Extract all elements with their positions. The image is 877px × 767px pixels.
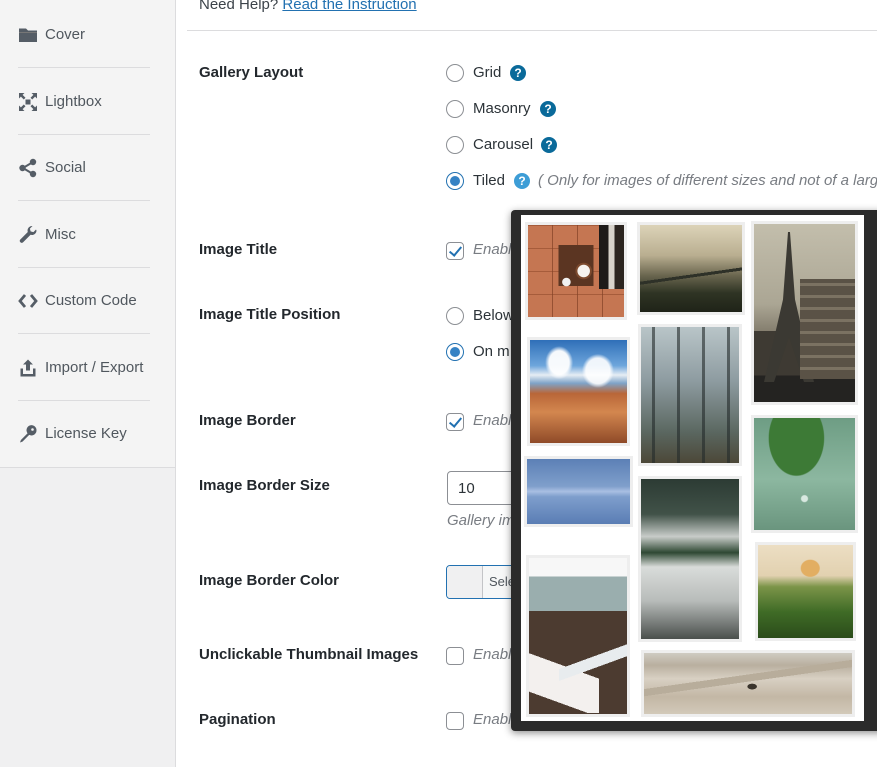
image-border-checkbox[interactable] xyxy=(446,413,464,431)
sidebar-item-label: Social xyxy=(45,159,86,176)
pagination-label: Pagination xyxy=(199,711,276,728)
sidebar-item-lightbox[interactable]: Lightbox xyxy=(0,69,175,135)
option-label: Tiled xyxy=(473,172,505,189)
tiled-layout-preview-popup xyxy=(511,210,877,731)
read-instruction-link[interactable]: Read the Instruction xyxy=(282,0,416,13)
question-circle-icon[interactable]: ? xyxy=(540,101,556,117)
sidebar-item-label: Custom Code xyxy=(45,292,137,309)
image-title-checkbox[interactable] xyxy=(446,242,464,260)
image-border-color-label: Image Border Color xyxy=(199,572,340,589)
preview-image xyxy=(640,225,742,312)
image-border-size-description: Gallery im xyxy=(447,512,515,529)
preview-image xyxy=(529,558,627,714)
title-position-hover-radio[interactable] xyxy=(446,343,464,361)
image-title-position-label: Image Title Position xyxy=(199,306,341,323)
image-border-label: Image Border xyxy=(199,412,296,429)
share-icon xyxy=(18,158,38,178)
preview-image xyxy=(528,225,624,317)
option-label: Grid xyxy=(473,64,502,81)
layout-carousel-radio[interactable] xyxy=(446,136,464,154)
code-icon xyxy=(18,291,38,311)
tiled-note: ( Only for images of different sizes and… xyxy=(538,172,877,189)
sidebar-item-label: Cover xyxy=(45,26,86,43)
preview-canvas xyxy=(521,215,864,721)
preview-image xyxy=(527,459,630,524)
question-circle-icon[interactable]: ? xyxy=(514,173,530,189)
sidebar-item-label: Lightbox xyxy=(45,92,102,110)
option-label: Carousel xyxy=(473,136,534,153)
settings-sidebar: Cover Lightbox Social Misc Custom Code I… xyxy=(0,0,175,468)
unclickable-thumbnails-label: Unclickable Thumbnail Images xyxy=(199,646,419,663)
upload-icon xyxy=(18,358,38,378)
expand-icon xyxy=(18,92,38,112)
question-circle-icon[interactable]: ? xyxy=(510,65,526,81)
preview-image xyxy=(644,653,852,714)
divider xyxy=(187,30,877,31)
title-position-below-radio[interactable] xyxy=(446,307,464,325)
image-border-size-label: Image Border Size xyxy=(199,477,330,494)
preview-image xyxy=(754,418,855,530)
pagination-checkbox[interactable] xyxy=(446,712,464,730)
sidebar-item-license-key[interactable]: License Key xyxy=(0,401,175,467)
option-label: Below xyxy=(473,307,514,324)
help-prefix: Need Help? xyxy=(199,0,279,13)
sidebar-item-misc[interactable]: Misc xyxy=(0,202,175,268)
sidebar-item-label: License Key xyxy=(45,425,127,442)
preview-image xyxy=(641,479,739,639)
folder-icon xyxy=(18,25,38,45)
wrench-icon xyxy=(18,225,38,245)
preview-image xyxy=(530,340,627,443)
option-label: Masonry xyxy=(473,100,531,117)
key-icon xyxy=(18,424,38,444)
option-label: On m xyxy=(473,343,510,360)
sidebar-item-import-export[interactable]: Import / Export xyxy=(0,335,175,401)
gallery-layout-label: Gallery Layout xyxy=(199,64,304,81)
layout-grid-radio[interactable] xyxy=(446,64,464,82)
left-column: Cover Lightbox Social Misc Custom Code I… xyxy=(0,0,176,767)
sidebar-item-social[interactable]: Social xyxy=(0,135,175,201)
layout-tiled-radio[interactable] xyxy=(446,172,464,190)
sidebar-item-cover[interactable]: Cover xyxy=(0,2,175,68)
question-circle-icon[interactable]: ? xyxy=(541,137,557,153)
image-title-label: Image Title xyxy=(199,241,278,258)
sidebar-item-label: Import / Export xyxy=(45,358,144,376)
layout-masonry-radio[interactable] xyxy=(446,100,464,118)
help-line: Need Help? Read the Instruction xyxy=(199,0,417,15)
sidebar-item-custom-code[interactable]: Custom Code xyxy=(0,268,175,334)
preview-image xyxy=(641,327,739,463)
unclickable-thumbnails-checkbox[interactable] xyxy=(446,647,464,665)
preview-image xyxy=(758,545,853,638)
color-swatch xyxy=(447,566,483,598)
preview-image xyxy=(754,224,855,402)
sidebar-item-label: Misc xyxy=(45,225,76,243)
